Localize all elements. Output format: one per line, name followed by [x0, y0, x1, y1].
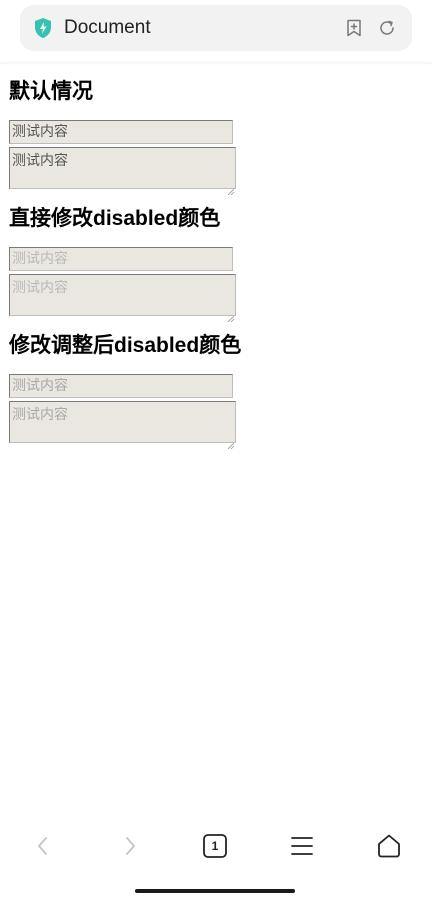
browser-top-bar: Document [0, 0, 432, 62]
section-default: 默认情况 测试内容 测试内容 [9, 78, 429, 196]
section-direct-color: 直接修改disabled颜色 测试内容 测试内容 [9, 205, 429, 323]
tabs-count: 1 [211, 839, 219, 853]
resize-grip-icon [227, 181, 235, 196]
section-title: 直接修改disabled颜色 [9, 207, 221, 230]
browser-bottom-nav: 1 [0, 818, 432, 874]
resize-grip-icon [227, 435, 235, 450]
textarea-value: 测试内容 [12, 407, 68, 423]
textarea-value: 测试内容 [12, 280, 68, 296]
section-title: 修改调整后disabled颜色 [9, 334, 242, 357]
reload-icon[interactable] [377, 18, 397, 38]
disabled-text-input: 测试内容 [9, 120, 233, 144]
bookmark-add-icon[interactable] [344, 18, 364, 38]
resize-grip-icon [227, 308, 235, 323]
chevron-right-icon[interactable] [116, 832, 144, 860]
disabled-text-input: 测试内容 [9, 247, 233, 271]
page-content: 默认情况 测试内容 测试内容 直接修改disabled颜色 测试内容 测试内容 … [9, 62, 429, 450]
disabled-textarea: 测试内容 [9, 274, 236, 323]
textarea-value: 测试内容 [12, 153, 68, 169]
home-icon[interactable] [375, 832, 403, 860]
home-indicator[interactable] [135, 889, 295, 893]
shield-lightning-icon[interactable] [33, 17, 53, 39]
disabled-textarea: 测试内容 [9, 147, 236, 196]
disabled-textarea: 测试内容 [9, 401, 236, 450]
hamburger-menu-icon[interactable] [288, 832, 316, 860]
section-title: 默认情况 [9, 80, 93, 103]
address-bar[interactable]: Document [20, 5, 412, 51]
chevron-left-icon[interactable] [29, 832, 57, 860]
disabled-text-input: 测试内容 [9, 374, 233, 398]
tabs-button[interactable]: 1 [201, 832, 229, 860]
page-title: Document [64, 17, 151, 38]
section-adjusted-color: 修改调整后disabled颜色 测试内容 测试内容 [9, 332, 429, 450]
